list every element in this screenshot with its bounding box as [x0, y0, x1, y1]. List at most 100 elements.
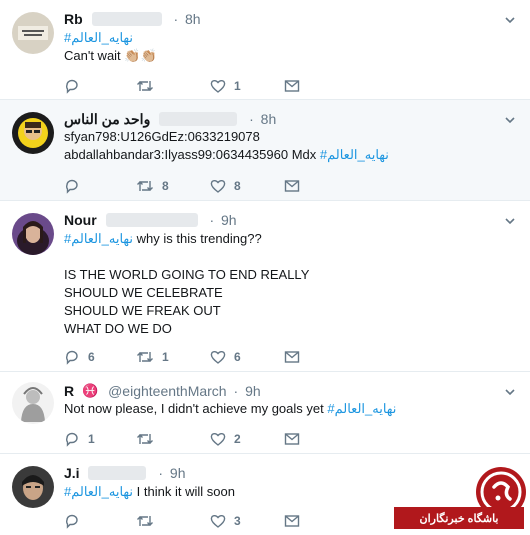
display-name[interactable]: R [64, 383, 74, 399]
avatar[interactable] [12, 213, 54, 255]
tweet-text: sfyan798:U126GdEz:0633219078 abdallahban… [64, 128, 504, 164]
like-button[interactable]: 8 [210, 177, 241, 195]
tweet-text-line: SHOULD WE FREAK OUT [64, 303, 221, 318]
separator-dot: · [209, 212, 215, 229]
reply-icon [66, 432, 78, 447]
tweet-actions: 3 [64, 512, 364, 532]
redacted-handle [88, 466, 147, 481]
timestamp[interactable]: 8h [185, 11, 201, 27]
display-name[interactable]: واحد من الناس [64, 111, 150, 128]
avatar[interactable] [12, 12, 54, 54]
reply-button[interactable]: 1 [64, 430, 95, 448]
envelope-icon [284, 515, 300, 527]
separator-dot: · [158, 465, 164, 482]
reply-icon [66, 79, 78, 94]
watermark-text: باشگاه خبرنگاران [394, 507, 524, 529]
watermark-badge: باشگاه خبرنگاران [390, 465, 530, 535]
tweet-text-line: WHAT DO WE DO [64, 321, 172, 336]
redacted-handle [105, 213, 198, 228]
separator-dot: · [233, 383, 239, 400]
envelope-icon [284, 80, 300, 92]
direct-message-button[interactable] [284, 512, 300, 530]
retweet-button[interactable] [136, 77, 162, 95]
reply-button[interactable] [64, 512, 88, 530]
retweet-button[interactable]: 1 [136, 348, 169, 366]
retweet-button[interactable] [136, 512, 162, 530]
tweet-text-line: Not now please, I didn't achieve my goal… [64, 401, 328, 416]
direct-message-button[interactable] [284, 348, 300, 366]
tweet-text: #نهایه_العالم why is this trending?? IS … [64, 230, 504, 338]
tweet[interactable]: واحد من الناس · 8h sfyan798:U126GdEz:063… [0, 100, 530, 201]
timestamp[interactable]: 9h [221, 212, 237, 228]
like-count: 3 [234, 514, 241, 528]
envelope-icon [284, 433, 300, 445]
tweet-text-line: IS THE WORLD GOING TO END REALLY [64, 267, 310, 282]
heart-icon [210, 514, 226, 528]
tweet[interactable]: Nour · 9h #نهایه_العالم why is this tren… [0, 201, 530, 372]
tweet-header: Nour · 9h [64, 211, 237, 229]
retweet-icon [137, 352, 153, 362]
reply-button[interactable]: 6 [64, 348, 95, 366]
direct-message-button[interactable] [284, 430, 300, 448]
like-count: 6 [234, 350, 241, 364]
tweet-text-line: SHOULD WE CELEBRATE [64, 285, 223, 300]
like-button[interactable]: 2 [210, 430, 241, 448]
direct-message-button[interactable] [284, 177, 300, 195]
chevron-down-icon[interactable] [504, 14, 516, 26]
chevron-down-icon[interactable] [504, 215, 516, 227]
reply-icon [66, 514, 78, 529]
tweet-text: #نهایه_العالم Can't wait 👏🏼👏🏼 [64, 29, 504, 65]
retweet-icon [137, 434, 153, 444]
heart-icon [210, 432, 226, 446]
tweet-header: Rb · 8h [64, 10, 201, 28]
redacted-handle [159, 112, 238, 127]
hashtag-link[interactable]: #نهایه_العالم [64, 30, 133, 45]
tweet-header: واحد من الناس · 8h [64, 110, 276, 128]
chevron-down-icon[interactable] [504, 386, 516, 398]
timestamp[interactable]: 9h [170, 465, 186, 481]
like-count: 1 [234, 79, 241, 93]
separator-dot: · [249, 111, 254, 128]
envelope-icon [284, 180, 300, 192]
like-button[interactable]: 6 [210, 348, 241, 366]
tweet-actions: 6 1 6 [64, 348, 364, 368]
user-handle[interactable]: @eighteenthMarch [108, 383, 227, 399]
hashtag-link[interactable]: #نهایه_العالم [320, 147, 389, 162]
like-button[interactable]: 1 [210, 77, 241, 95]
retweet-icon [137, 181, 153, 191]
tweet-text-line: I think it will soon [133, 484, 235, 499]
timestamp[interactable]: 8h [261, 111, 277, 127]
tweet-actions: 1 2 [64, 430, 364, 450]
heart-icon [210, 79, 226, 93]
avatar[interactable] [12, 112, 54, 154]
pisces-icon: ♓ [82, 383, 99, 399]
tweet-header: J.i · 9h [64, 464, 186, 482]
hashtag-link[interactable]: #نهایه_العالم [64, 484, 133, 499]
heart-icon [210, 350, 226, 364]
direct-message-button[interactable] [284, 77, 300, 95]
retweet-count: 1 [162, 350, 169, 364]
display-name[interactable]: Rb [64, 11, 83, 27]
retweet-button[interactable] [136, 430, 162, 448]
reply-button[interactable] [64, 77, 88, 95]
tweet-text-line: Can't wait 👏🏼👏🏼 [64, 48, 157, 63]
tweet-header: R ♓ @eighteenthMarch · 9h [64, 382, 261, 400]
timestamp[interactable]: 9h [245, 383, 261, 399]
like-button[interactable]: 3 [210, 512, 241, 530]
reply-button[interactable] [64, 177, 88, 195]
tweet-text-line: why is this trending?? [133, 231, 262, 246]
retweet-button[interactable]: 8 [136, 177, 169, 195]
tweet-text-line: abdallahbandar3:Ilyass99:0634435960 Mdx [64, 147, 320, 162]
chevron-down-icon[interactable] [504, 114, 516, 126]
redacted-handle [91, 12, 162, 27]
hashtag-link[interactable]: #نهایه_العالم [327, 401, 396, 416]
retweet-icon [137, 516, 153, 526]
tweet[interactable]: Rb · 8h #نهایه_العالم Can't wait 👏🏼👏🏼 1 [0, 0, 530, 100]
display-name[interactable]: Nour [64, 212, 97, 228]
display-name[interactable]: J.i [64, 465, 80, 481]
hashtag-link[interactable]: #نهایه_العالم [64, 231, 133, 246]
avatar[interactable] [12, 466, 54, 508]
avatar[interactable] [12, 382, 54, 424]
like-count: 8 [234, 179, 241, 193]
tweet[interactable]: R ♓ @eighteenthMarch · 9h Not now please… [0, 372, 530, 454]
